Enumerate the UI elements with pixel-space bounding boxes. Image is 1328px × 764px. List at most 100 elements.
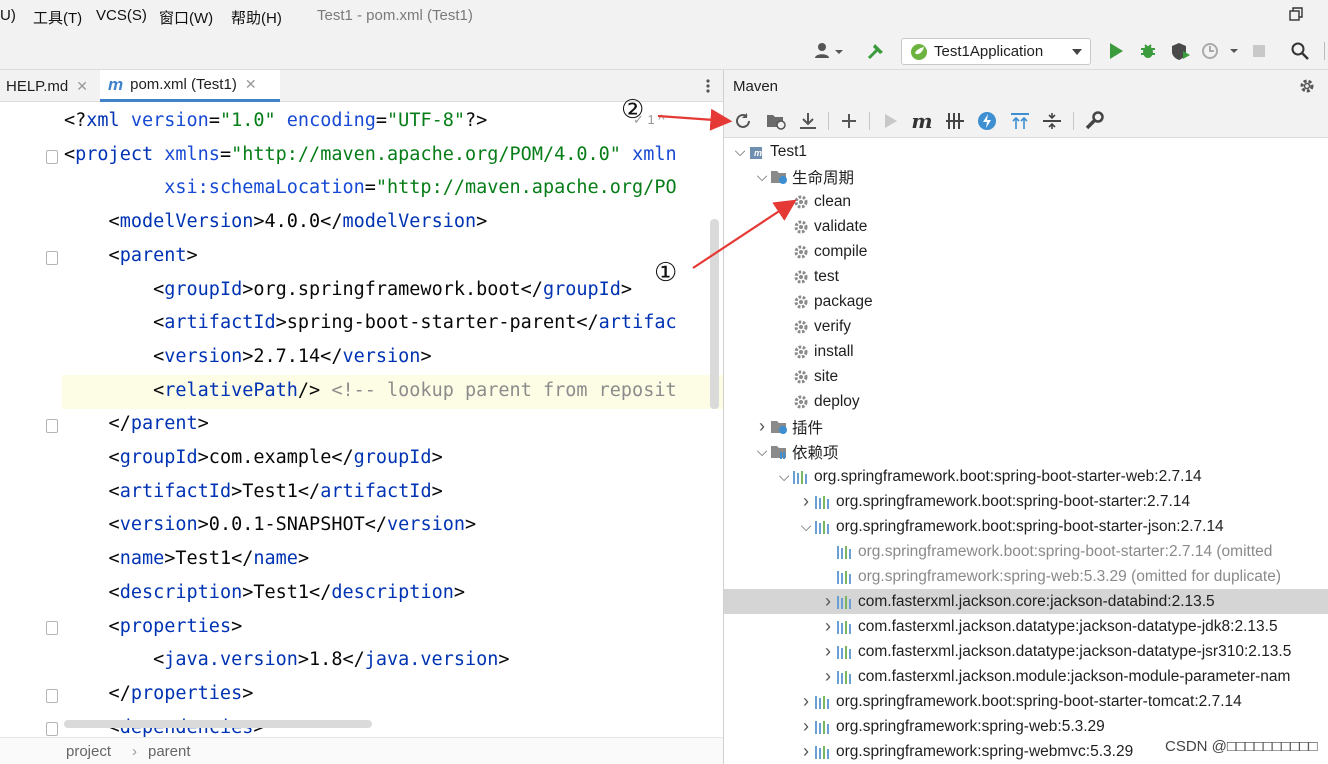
tree-item[interactable]: › org.springframework.boot:spring-boot-st… — [724, 689, 1328, 714]
tree-item[interactable]: clean — [724, 189, 1328, 214]
generate-sources-button[interactable] — [766, 111, 786, 131]
restore-window-icon[interactable] — [1288, 6, 1304, 22]
chevron-right-icon[interactable]: › — [820, 616, 836, 636]
more-vertical-icon[interactable] — [702, 78, 714, 94]
code-editor[interactable]: <?xml version="1.0" encoding="UTF-8"?> <p… — [0, 102, 723, 737]
code-line: <name>Test1</name> — [64, 542, 310, 576]
code-token: >Test1</ — [242, 581, 332, 603]
tree-item-label: verify — [814, 317, 852, 335]
chevron-down-icon[interactable]: ⌵ — [754, 443, 770, 460]
stop-button[interactable] — [1250, 41, 1268, 61]
vertical-scrollbar[interactable] — [710, 219, 719, 409]
add-maven-project-button[interactable] — [839, 111, 859, 131]
collapse-all-icon — [1043, 113, 1061, 129]
show-dependencies-button[interactable] — [1010, 111, 1030, 131]
library-icon — [836, 568, 854, 586]
tree-item[interactable]: package — [724, 289, 1328, 314]
tree-item[interactable]: ⌵ org.springframework.boot:spring-boot-st… — [724, 514, 1328, 539]
chevron-right-icon[interactable]: › — [754, 416, 770, 436]
build-button[interactable] — [865, 41, 887, 61]
tab-help-md[interactable]: HELP.md ✕ — [0, 70, 98, 102]
gear-icon — [792, 193, 810, 211]
menu-item-u[interactable]: U) — [0, 7, 16, 24]
library-icon — [814, 493, 832, 511]
tree-item[interactable]: verify — [724, 314, 1328, 339]
chevron-right-icon[interactable]: › — [798, 716, 814, 736]
tree-item[interactable]: org.springframework.boot:spring-boot-sta… — [724, 539, 1328, 564]
maven-settings-button[interactable] — [1084, 111, 1104, 131]
tree-item[interactable]: validate — [724, 214, 1328, 239]
menu-item-window[interactable]: 窗口(W) — [159, 7, 213, 28]
tree-item[interactable]: ⌵ 依赖项 — [724, 439, 1328, 464]
run-maven-build-button[interactable] — [881, 111, 901, 131]
plugins-folder-icon — [770, 418, 788, 436]
tree-item[interactable]: compile — [724, 239, 1328, 264]
breadcrumb-project[interactable]: project — [66, 743, 111, 760]
tree-item[interactable]: › com.fasterxml.jackson.datatype:jackson-… — [724, 614, 1328, 639]
fold-marker[interactable] — [46, 150, 58, 164]
fold-marker[interactable] — [46, 251, 58, 265]
chevron-right-icon[interactable]: › — [820, 641, 836, 661]
horizontal-scrollbar[interactable] — [64, 720, 372, 728]
menu-item-vcs[interactable]: VCS(S) — [96, 7, 147, 24]
reload-button[interactable] — [733, 111, 753, 131]
code-line: <version>0.0.1-SNAPSHOT</version> — [64, 508, 477, 542]
tree-item[interactable]: install — [724, 339, 1328, 364]
tree-item-label: org.springframework.boot:spring-boot-sta… — [836, 517, 1224, 535]
tree-item-label: 插件 — [792, 419, 824, 437]
tree-item[interactable]: test — [724, 264, 1328, 289]
debug-button[interactable] — [1138, 41, 1158, 61]
breadcrumb-parent[interactable]: parent — [148, 743, 191, 760]
run-button[interactable] — [1106, 41, 1126, 61]
chevron-down-icon[interactable]: ⌵ — [754, 168, 770, 185]
chevron-right-icon[interactable]: › — [820, 666, 836, 686]
tree-item[interactable]: › org.springframework:spring-web:5.3.29 — [724, 714, 1328, 739]
toggle-skip-tests-button[interactable] — [977, 111, 997, 131]
coverage-button[interactable] — [1170, 41, 1192, 61]
tree-item-label: org.springframework.boot:spring-boot-sta… — [836, 692, 1242, 710]
run-configuration-select[interactable]: Test1Application — [901, 38, 1091, 65]
code-token: project — [75, 143, 154, 165]
tab-pom-xml[interactable]: m pom.xml (Test1) ✕ — [100, 70, 280, 102]
tree-item[interactable]: › com.fasterxml.jackson.module:jackson-mo… — [724, 664, 1328, 689]
toolbar-overflow[interactable] — [1320, 41, 1328, 61]
menu-item-tools[interactable]: 工具(T) — [33, 7, 82, 28]
user-profile-button[interactable] — [812, 41, 846, 61]
fold-marker[interactable] — [46, 722, 58, 736]
tree-item[interactable]: › org.springframework.boot:spring-boot-st… — [724, 489, 1328, 514]
code-line: <artifactId>Test1</artifactId> — [64, 475, 443, 509]
download-sources-button[interactable] — [798, 111, 818, 131]
fold-marker[interactable] — [46, 621, 58, 635]
code-token: xmlns — [164, 143, 220, 165]
chevron-right-icon[interactable]: › — [820, 591, 836, 611]
tree-item[interactable]: › com.fasterxml.jackson.datatype:jackson-… — [724, 639, 1328, 664]
tree-item[interactable]: site — [724, 364, 1328, 389]
tree-item[interactable]: org.springframework:spring-web:5.3.29 (o… — [724, 564, 1328, 589]
tree-item[interactable]: deploy — [724, 389, 1328, 414]
profile-run-button[interactable] — [1200, 41, 1242, 61]
tree-item[interactable]: ⌵ 生命周期 — [724, 164, 1328, 189]
chevron-down-icon[interactable]: ⌵ — [776, 468, 792, 485]
library-icon — [814, 743, 832, 761]
fold-marker[interactable] — [46, 689, 58, 703]
chevron-right-icon[interactable]: › — [798, 741, 814, 761]
menu-item-help[interactable]: 帮助(H) — [231, 7, 282, 28]
tree-item[interactable]: ⌵ org.springframework.boot:spring-boot-st… — [724, 464, 1328, 489]
chevron-right-icon[interactable]: › — [798, 691, 814, 711]
collapse-all-button[interactable] — [1042, 111, 1062, 131]
tree-item[interactable]: ⌵ m Test1 — [724, 139, 1328, 164]
tree-item[interactable]: › com.fasterxml.jackson.core:jackson-data… — [724, 589, 1328, 614]
close-icon[interactable]: ✕ — [245, 76, 257, 93]
gear-icon — [792, 368, 810, 386]
chevron-right-icon[interactable]: › — [798, 491, 814, 511]
chevron-down-icon[interactable]: ⌵ — [798, 518, 814, 535]
close-icon[interactable]: ✕ — [76, 78, 88, 95]
toggle-offline-button[interactable] — [945, 111, 965, 131]
fold-marker[interactable] — [46, 419, 58, 433]
chevron-down-icon[interactable]: ⌵ — [732, 143, 748, 160]
tree-item[interactable]: › 插件 — [724, 414, 1328, 439]
execute-maven-goal-button[interactable]: m — [911, 109, 932, 133]
search-button[interactable] — [1290, 41, 1310, 61]
gear-icon[interactable] — [1298, 77, 1316, 95]
